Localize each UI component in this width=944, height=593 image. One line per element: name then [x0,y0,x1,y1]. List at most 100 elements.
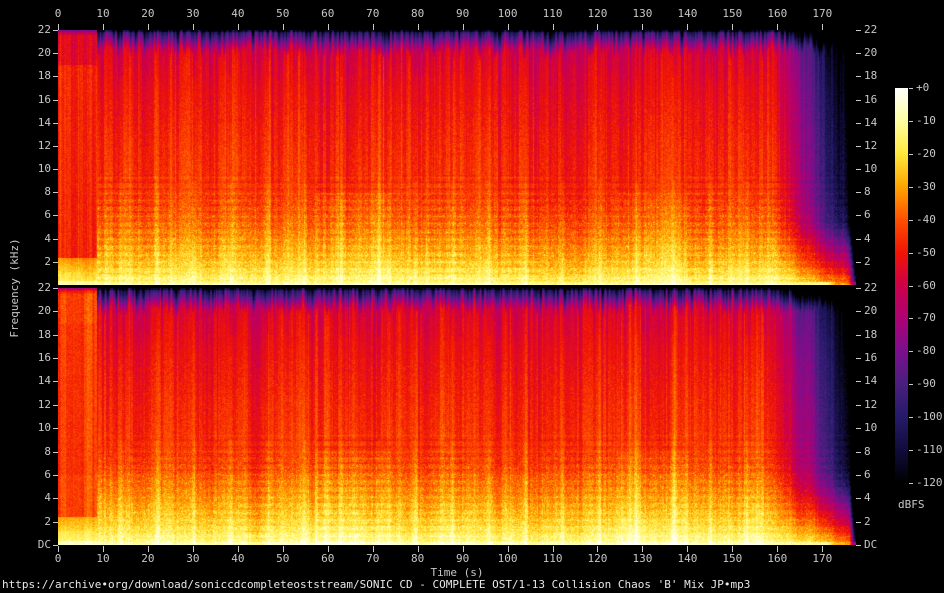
colorbar-tick-label: -30 [916,179,936,193]
y-tick-right [856,76,861,78]
x-tick-label-top: 170 [812,7,833,20]
y-tick-label-left: 12 [37,138,51,152]
y-tick-left [53,215,58,217]
colorbar-tick-label: -10 [916,113,936,127]
y-tick-left [53,288,58,289]
x-tick-label-bottom: 150 [722,552,743,565]
y-tick-label-right: 22 [864,23,878,36]
y-tick-label-left: 22 [37,23,51,36]
x-tick-label-top: 10 [96,7,110,20]
y-tick-left [53,76,58,78]
x-tick-top [327,24,329,30]
x-tick-top [597,24,599,30]
x-tick-label-top: 160 [767,7,788,20]
x-tick-label-bottom: 100 [497,552,518,565]
y-tick-label-left: 14 [37,374,51,388]
y-tick-left [53,428,58,430]
colorbar-tick [909,120,913,122]
y-tick-right [856,404,861,406]
y-tick-label-left: 22 [37,281,51,294]
y-tick-left-dc [53,545,58,546]
colorbar-tick-label: -50 [916,245,936,259]
y-tick-right [856,334,861,336]
x-tick-label-top: 60 [321,7,335,20]
y-tick-label-left: 14 [37,115,51,129]
x-tick-top [102,24,104,30]
y-tick-label-left: 4 [44,231,51,245]
x-tick-label-top: 40 [231,7,245,20]
colorbar-tick-label: -60 [916,278,936,292]
spectrogram-panel-right-channel [58,288,856,545]
y-tick-right [856,238,861,240]
colorbar-tick-label: -90 [916,377,936,391]
colorbar-tick [909,384,913,386]
colorbar-gradient [895,88,908,483]
colorbar-tick [909,351,913,353]
y-tick-label-left: 16 [37,92,51,106]
y-tick-right [856,358,861,360]
x-tick-top [507,24,509,30]
x-tick-label-bottom: 80 [411,552,425,565]
x-tick-label-bottom: 60 [321,552,335,565]
x-tick-top [552,24,554,30]
colorbar-unit-label: dBFS [898,498,925,511]
x-tick-label-bottom: 0 [54,552,62,565]
y-tick-left [53,169,58,171]
colorbar-tick-label: -40 [916,212,936,226]
y-tick-label-left: 6 [44,467,51,481]
colorbar-tick-label: +0 [916,81,930,94]
x-tick-top [777,24,779,30]
y-tick-label-right: 18 [864,69,878,83]
colorbar-tick-label: -120 [916,476,943,489]
y-tick-left [53,122,58,124]
colorbar-tick-label: -20 [916,146,936,160]
y-tick-label-left: 18 [37,69,51,83]
x-tick-label-top: 130 [632,7,653,20]
colorbar-tick-label: -80 [916,344,936,358]
y-tick-right [856,311,861,313]
y-tick-left [53,404,58,406]
y-tick-left [53,381,58,383]
x-tick-label-bottom: 140 [677,552,698,565]
y-tick-right [856,30,861,31]
x-tick-label-top: 70 [366,7,380,20]
y-tick-right [856,261,861,263]
colorbar-tick-label: -100 [916,410,943,424]
x-tick-label-bottom: 90 [455,552,470,565]
colorbar-tick [909,483,913,484]
y-tick-right [856,215,861,217]
x-tick-label-bottom: 70 [366,552,380,565]
y-tick-label-left-dc: DC [37,538,51,551]
x-tick-label-bottom: 160 [767,552,788,565]
y-tick-right [856,381,861,383]
x-tick-top [417,24,419,30]
y-tick-right [856,288,861,289]
x-tick-label-top: 90 [455,7,470,20]
x-tick-label-top: 120 [587,7,608,20]
x-tick-label-bottom: 50 [276,552,290,565]
y-tick-label-left: 20 [37,304,51,318]
x-tick-top [147,24,149,30]
x-tick-label-top: 80 [411,7,425,20]
x-tick-label-bottom: 110 [542,552,563,565]
y-tick-right-dc [856,545,861,546]
colorbar-tick [909,285,913,287]
y-tick-right [856,521,861,523]
x-tick-label-top: 110 [542,7,563,20]
y-tick-right [856,498,861,500]
x-tick-top [462,24,464,30]
y-tick-right [856,145,861,147]
y-tick-label-left: 8 [44,185,51,199]
colorbar-tick-label: -110 [916,443,943,457]
x-tick-label-top: 100 [497,7,518,20]
x-tick-label-bottom: 30 [186,552,200,565]
x-tick-label-bottom: 120 [587,552,608,565]
y-tick-label-left: 12 [37,397,51,411]
colorbar-tick-label: -70 [916,311,936,325]
y-tick-left [53,451,58,453]
y-tick-label-left: 18 [37,327,51,341]
y-tick-right [856,122,861,124]
y-tick-left [53,311,58,313]
colorbar-tick [909,219,913,221]
y-tick-label-left: 10 [37,421,51,435]
